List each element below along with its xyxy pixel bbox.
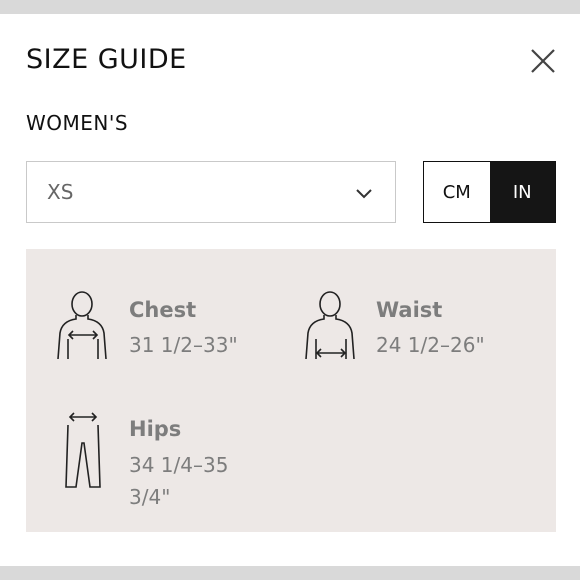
chest-icon <box>57 291 107 360</box>
hips-value-line1: 34 1/4–35 <box>129 453 229 477</box>
page-title: SIZE GUIDE <box>26 44 187 75</box>
waist-icon <box>305 291 355 360</box>
chevron-down-icon <box>356 189 372 199</box>
section-title: WOMEN'S <box>26 111 129 135</box>
size-select-value: XS <box>47 180 74 204</box>
measurement-hips: Hips 34 1/4–35 3/4" <box>54 409 314 519</box>
chest-value: 31 1/2–33" <box>129 333 238 357</box>
waist-value: 24 1/2–26" <box>376 333 485 357</box>
size-select[interactable]: XS <box>26 161 396 223</box>
waist-label: Waist <box>376 298 443 322</box>
measurements-panel: Chest 31 1/2–33" Waist 24 1/2–26" Hips 3… <box>26 249 556 532</box>
close-icon <box>531 49 555 73</box>
unit-in-button[interactable]: IN <box>489 162 555 222</box>
size-guide-panel: SIZE GUIDE WOMEN'S XS CM IN Chest 31 1/2… <box>0 14 580 566</box>
chest-label: Chest <box>129 298 197 322</box>
hips-icon <box>65 412 101 488</box>
unit-cm-button[interactable]: CM <box>424 162 490 222</box>
hips-label: Hips <box>129 417 182 441</box>
hips-value-line2: 3/4" <box>129 485 171 509</box>
close-button[interactable] <box>528 46 558 76</box>
unit-toggle: CM IN <box>423 161 556 223</box>
measurement-chest: Chest 31 1/2–33" <box>54 289 294 379</box>
measurement-waist: Waist 24 1/2–26" <box>302 289 542 379</box>
